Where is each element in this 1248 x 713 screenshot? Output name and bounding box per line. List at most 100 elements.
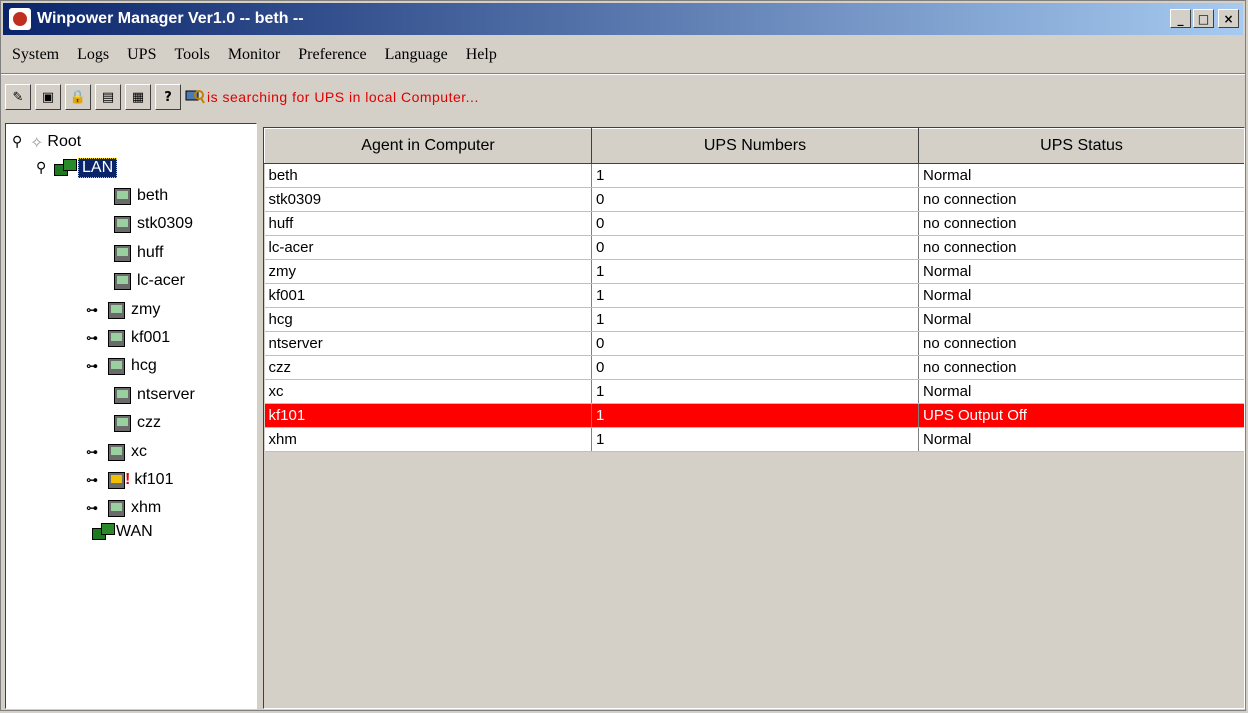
- cell-ups-numbers: 0: [591, 355, 919, 380]
- tree-lan-label: LAN: [78, 158, 118, 178]
- search-computer-icon: [185, 87, 205, 107]
- expand-handle-icon[interactable]: ⊶: [86, 303, 108, 317]
- help-icon[interactable]: ?: [155, 84, 181, 110]
- tree-item[interactable]: ntserver: [114, 383, 195, 407]
- table-row[interactable]: czz 0 no connection: [264, 355, 1244, 380]
- menu-help[interactable]: Help: [457, 46, 506, 64]
- tree-item[interactable]: stk0309: [114, 212, 193, 236]
- menu-system[interactable]: System: [3, 46, 68, 64]
- cell-ups-status: Normal: [918, 283, 1244, 308]
- computer-icon: [114, 244, 131, 262]
- tree-item[interactable]: lc-acer: [114, 269, 185, 293]
- tree-item-label: xhm: [131, 499, 162, 516]
- wrench-icon[interactable]: ✎: [5, 84, 31, 110]
- cell-ups-status: UPS Output Off: [918, 403, 1244, 428]
- agent-table-panel: Agent in Computer UPS Numbers UPS Status…: [263, 127, 1245, 709]
- tree-item[interactable]: ⊶ zmy: [86, 298, 160, 322]
- cell-agent: lc-acer: [264, 235, 592, 260]
- table-row[interactable]: huff 0 no connection: [264, 211, 1244, 236]
- cell-ups-numbers: 0: [591, 331, 919, 356]
- computer-icon: [108, 357, 125, 375]
- computer-icon: [114, 187, 131, 205]
- menu-tools[interactable]: Tools: [165, 46, 218, 64]
- tree-item-label: zmy: [131, 301, 161, 318]
- tree-item[interactable]: beth: [114, 184, 168, 208]
- expand-handle-icon[interactable]: ⊶: [86, 331, 108, 345]
- header-ups-status[interactable]: UPS Status: [918, 128, 1244, 164]
- cell-ups-numbers: 1: [591, 307, 919, 332]
- table-row[interactable]: kf101 1 UPS Output Off: [264, 403, 1244, 428]
- menu-ups[interactable]: UPS: [118, 46, 165, 64]
- header-agent[interactable]: Agent in Computer: [264, 128, 592, 164]
- lock-icon[interactable]: 🔒: [65, 84, 91, 110]
- pin-icon: ⚲: [12, 134, 23, 150]
- table-row[interactable]: hcg 1 Normal: [264, 307, 1244, 332]
- cell-ups-status: Normal: [918, 427, 1244, 452]
- monitor-config-icon[interactable]: ▣: [35, 84, 61, 110]
- tree-item-label: kf001: [131, 329, 171, 346]
- cell-agent: beth: [264, 163, 592, 188]
- close-button[interactable]: ×: [1218, 9, 1239, 28]
- table-row[interactable]: stk0309 0 no connection: [264, 187, 1244, 212]
- menu-logs[interactable]: Logs: [68, 46, 118, 64]
- window-controls: _ □ ×: [1170, 9, 1239, 28]
- table-row[interactable]: lc-acer 0 no connection: [264, 235, 1244, 260]
- tree-root-label: Root: [47, 133, 82, 150]
- maximize-button[interactable]: □: [1193, 9, 1214, 28]
- menu-bar: System Logs UPS Tools Monitor Preference…: [3, 39, 1243, 71]
- cell-agent: zmy: [264, 259, 592, 284]
- table-row[interactable]: xhm 1 Normal: [264, 427, 1244, 452]
- cell-ups-numbers: 1: [591, 403, 919, 428]
- menu-language[interactable]: Language: [376, 46, 457, 64]
- expand-handle-icon[interactable]: ⊶: [86, 445, 108, 459]
- alert-icon: !: [125, 471, 131, 488]
- tree-item-label: hcg: [131, 357, 157, 374]
- cell-agent: kf001: [264, 283, 592, 308]
- menu-separator: [1, 73, 1245, 75]
- tree-item[interactable]: ⊶ xc: [86, 440, 147, 464]
- menu-preference[interactable]: Preference: [289, 46, 375, 64]
- table-icon[interactable]: ▤: [95, 84, 121, 110]
- cell-ups-numbers: 0: [591, 235, 919, 260]
- calculator-icon[interactable]: ▦: [125, 84, 151, 110]
- app-window: Winpower Manager Ver1.0 -- beth -- _ □ ×…: [0, 0, 1246, 711]
- cell-ups-status: Normal: [918, 307, 1244, 332]
- minimize-button[interactable]: _: [1170, 9, 1191, 28]
- tree-item[interactable]: ⊶ hcg: [86, 354, 157, 378]
- title-bar[interactable]: Winpower Manager Ver1.0 -- beth -- _ □ ×: [3, 3, 1243, 35]
- cell-ups-status: no connection: [918, 235, 1244, 260]
- tree-wan-label: WAN: [116, 523, 153, 540]
- expand-handle-icon[interactable]: ⊶: [86, 501, 108, 515]
- tree-item[interactable]: czz: [114, 411, 161, 435]
- tree-item-label: beth: [137, 187, 169, 204]
- table-header-row: Agent in Computer UPS Numbers UPS Status: [264, 128, 1244, 164]
- cell-agent: xhm: [264, 427, 592, 452]
- root-icon: ✧: [30, 132, 44, 152]
- cell-agent: xc: [264, 379, 592, 404]
- app-icon: [9, 8, 31, 30]
- table-row[interactable]: zmy 1 Normal: [264, 259, 1244, 284]
- tree-item-label: lc-acer: [137, 272, 186, 289]
- table-row[interactable]: beth 1 Normal: [264, 163, 1244, 188]
- cell-ups-status: Normal: [918, 163, 1244, 188]
- expand-handle-icon[interactable]: ⊶: [86, 359, 108, 373]
- tree-wan[interactable]: WAN: [92, 520, 153, 544]
- window-title: Winpower Manager Ver1.0 -- beth --: [37, 10, 304, 27]
- tree-root[interactable]: ⚲ ✧ Root: [12, 130, 81, 154]
- cell-ups-numbers: 1: [591, 283, 919, 308]
- header-ups-numbers[interactable]: UPS Numbers: [591, 128, 919, 164]
- tree-item[interactable]: ⊶ xhm: [86, 496, 161, 520]
- table-row[interactable]: kf001 1 Normal: [264, 283, 1244, 308]
- tree-lan[interactable]: ⚲ LAN: [36, 156, 118, 180]
- tree-item-label: stk0309: [137, 215, 194, 232]
- table-row[interactable]: xc 1 Normal: [264, 379, 1244, 404]
- menu-monitor[interactable]: Monitor: [219, 46, 289, 64]
- cell-ups-status: Normal: [918, 259, 1244, 284]
- tree-item[interactable]: ⊶! kf101: [86, 468, 173, 492]
- expand-handle-icon[interactable]: ⊶: [86, 473, 108, 487]
- cell-agent: hcg: [264, 307, 592, 332]
- table-row[interactable]: ntserver 0 no connection: [264, 331, 1244, 356]
- tree-item[interactable]: huff: [114, 241, 163, 265]
- computer-icon: [114, 272, 131, 290]
- tree-item[interactable]: ⊶ kf001: [86, 326, 170, 350]
